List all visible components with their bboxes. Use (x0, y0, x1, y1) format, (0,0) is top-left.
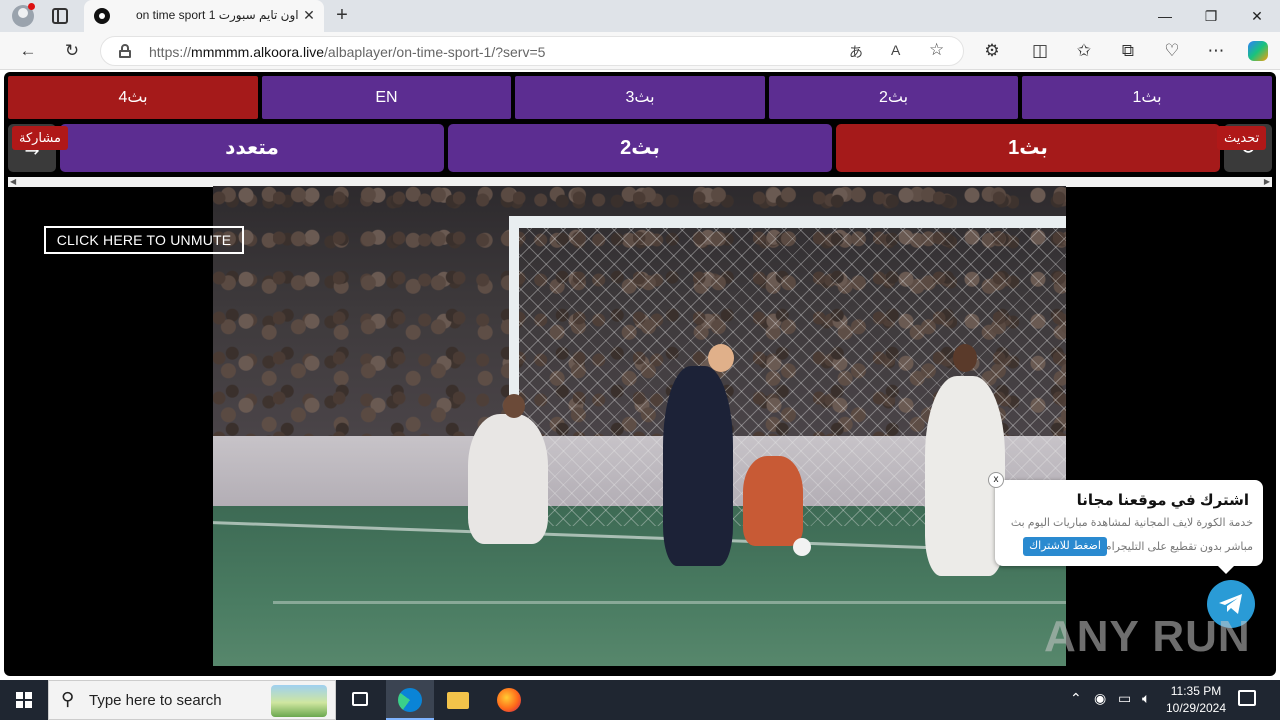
url-scheme: https:// (149, 44, 192, 60)
notifications-icon[interactable] (1238, 690, 1256, 706)
maximize-button[interactable]: ❐ (1188, 0, 1234, 32)
player-frame: بث4 EN بث3 بث2 بث1 ⇆ متعدد بث2 بث1 ↻ مشا… (4, 72, 1276, 676)
clock-date: 10/29/2024 (1165, 701, 1227, 715)
network-icon[interactable]: ▭ (1118, 690, 1131, 707)
anyrun-watermark: ANY RUN (1044, 612, 1251, 661)
soccer-ball-icon (94, 8, 110, 24)
meet-now-icon[interactable]: ◉ (1094, 690, 1106, 707)
popup-description-line2: مباشر بدون تقطيع على التليجرام (1104, 541, 1253, 553)
minimize-button[interactable]: — (1142, 0, 1188, 32)
read-aloud-icon[interactable]: A (891, 42, 900, 58)
video-player-figure (743, 456, 803, 546)
server-button-2[interactable]: بث2 (769, 76, 1018, 119)
video-player-figure (468, 414, 548, 544)
popup-close-icon[interactable]: x (988, 472, 1004, 488)
more-menu-icon[interactable]: ⋯ (1204, 39, 1228, 63)
server-button-4[interactable]: بث4 (8, 76, 258, 119)
search-icon: ⚲ (61, 689, 75, 709)
task-view-icon[interactable] (336, 680, 384, 720)
browser-toolbar: ← ↻ https://mmmmm.alkoora.live/albaplaye… (0, 32, 1280, 70)
stream-button-2[interactable]: بث2 (448, 124, 832, 172)
show-hidden-icons-icon[interactable]: ⌃ (1070, 690, 1082, 707)
popup-description-line1: خدمة الكورة لايف المجانية لمشاهدة مباريا… (1010, 517, 1253, 529)
tab-close-icon[interactable]: ✕ (300, 6, 318, 24)
page-content: بث4 EN بث3 بث2 بث1 ⇆ متعدد بث2 بث1 ↻ مشا… (0, 70, 1280, 680)
browser-essentials-icon[interactable]: ♡ (1160, 39, 1184, 63)
server-button-3[interactable]: بث3 (515, 76, 765, 119)
stream-button-multi[interactable]: متعدد (60, 124, 444, 172)
copilot-icon[interactable] (1246, 39, 1270, 63)
unmute-button[interactable]: CLICK HERE TO UNMUTE (44, 226, 244, 254)
subscribe-popup: x اشترك في موقعنا مجانا خدمة الكورة لايف… (988, 472, 1263, 574)
tab-actions-icon[interactable] (52, 8, 68, 24)
favorites-icon[interactable]: ✩ (1072, 39, 1096, 63)
translate-icon[interactable]: あ (849, 42, 863, 62)
profile-icon[interactable] (12, 3, 35, 27)
refresh-icon[interactable]: ↻ (60, 39, 84, 63)
new-tab-button[interactable]: + (330, 4, 354, 28)
stream-button-1[interactable]: بث1 (836, 124, 1220, 172)
volume-icon[interactable]: 🔈︎ (1142, 690, 1150, 707)
lock-icon[interactable] (119, 44, 131, 58)
refresh-label[interactable]: تحديث (1217, 126, 1267, 150)
clock-time: 11:35 PM (1170, 684, 1222, 698)
collections-icon[interactable]: ⧉ (1116, 39, 1140, 63)
edge-taskbar-icon[interactable] (386, 680, 434, 720)
search-highlight-image (271, 685, 327, 717)
favorite-star-icon[interactable]: ☆ (929, 40, 944, 60)
split-screen-icon[interactable]: ◫ (1028, 39, 1052, 63)
server-button-1[interactable]: بث1 (1022, 76, 1272, 119)
system-clock[interactable]: 11:35 PM 10/29/2024 (1160, 683, 1232, 717)
windows-taskbar: ⚲ Type here to search ⌃ ◉ ▭ 🔈︎ 11:35 PM … (0, 680, 1280, 720)
video-player-figure (663, 366, 733, 566)
active-tab[interactable]: on time sport 1 اون تايم سبورت ✕ (84, 0, 324, 32)
window-close-button[interactable]: ✕ (1234, 0, 1280, 32)
server-button-en[interactable]: EN (262, 76, 511, 119)
firefox-icon[interactable] (484, 680, 532, 720)
subscribe-button[interactable]: اضغط للاشتراك (1023, 537, 1107, 556)
scroll-left-icon[interactable]: ◀ (10, 177, 16, 187)
notification-dot-icon (28, 3, 35, 10)
video-ball (793, 538, 811, 556)
start-button[interactable] (0, 680, 48, 720)
url-path: /albaplayer/on-time-sport-1/?serv=5 (324, 44, 546, 60)
url-host: mmmmm.alkoora.live (191, 44, 325, 60)
windows-logo-icon (16, 692, 32, 708)
video-player[interactable] (213, 186, 1066, 666)
url-text: https://mmmmm.alkoora.live/albaplayer/on… (149, 44, 545, 60)
share-label[interactable]: مشاركة (12, 126, 68, 150)
browser-tab-bar: on time sport 1 اون تايم سبورت ✕ + — ❐ ✕ (0, 0, 1280, 32)
search-placeholder: Type here to search (89, 692, 222, 709)
extensions-icon[interactable]: ⚙ (980, 39, 1004, 63)
taskbar-search-input[interactable]: ⚲ Type here to search (48, 680, 336, 720)
file-explorer-icon[interactable] (434, 680, 482, 720)
popup-title: اشترك في موقعنا مجانا (1076, 492, 1249, 509)
tab-title: on time sport 1 اون تايم سبورت (136, 8, 299, 22)
address-bar[interactable]: https://mmmmm.alkoora.live/albaplayer/on… (100, 36, 964, 66)
scroll-right-icon[interactable]: ▶ (1264, 177, 1270, 187)
back-arrow-icon[interactable]: ← (16, 39, 40, 63)
